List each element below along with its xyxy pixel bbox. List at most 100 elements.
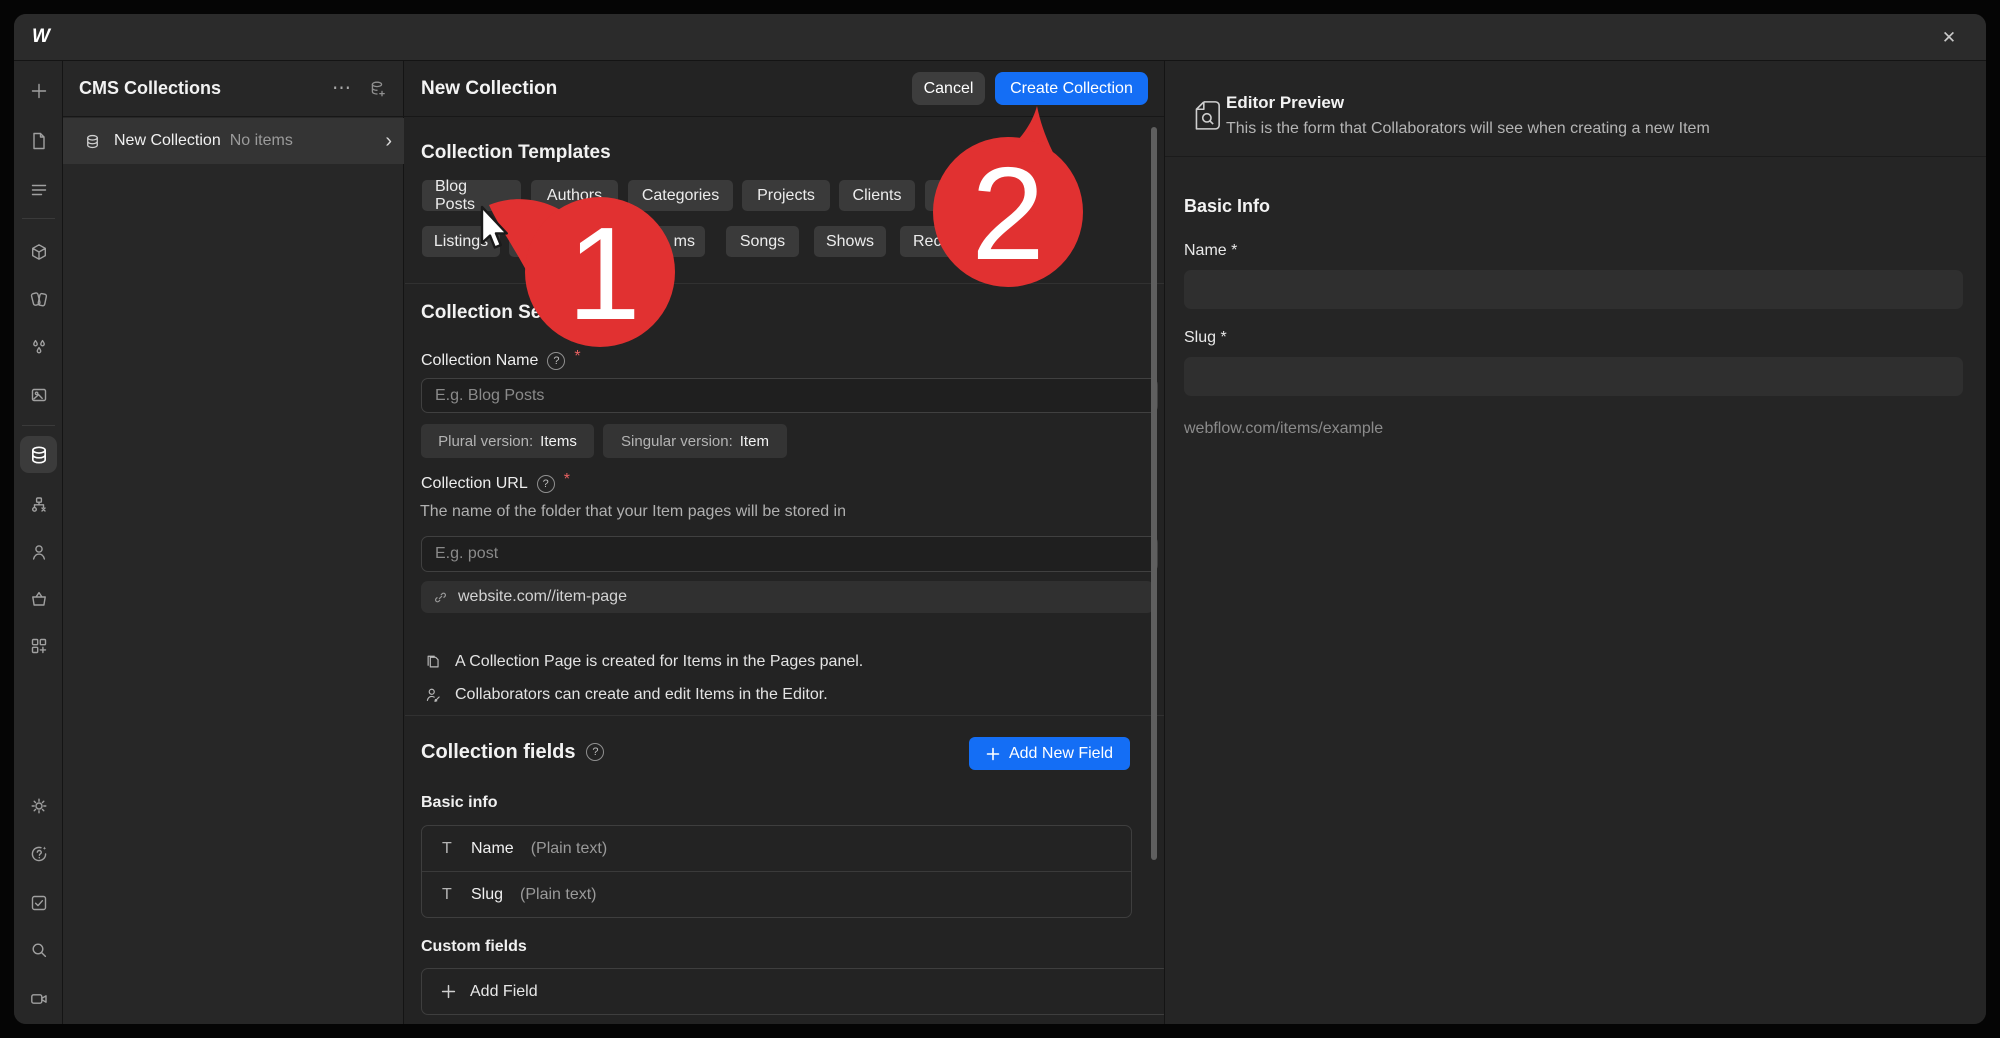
template-blog-posts[interactable]: Blog Posts <box>422 180 521 211</box>
collection-row-title: New Collection <box>114 132 221 150</box>
effects-icon[interactable] <box>26 334 51 359</box>
template-hidden-3[interactable]: ms <box>599 226 705 257</box>
collection-list-item[interactable]: New Collection No items › <box>63 118 404 164</box>
create-collection-button[interactable]: Create Collection <box>995 72 1148 105</box>
cms-icon[interactable] <box>20 436 57 473</box>
basic-fields-list: T Name (Plain text) T Slug (Plain text) <box>421 825 1132 918</box>
field-name: Slug <box>471 886 503 904</box>
template-clients[interactable]: Clients <box>839 180 915 211</box>
editor-preview-title: Editor Preview <box>1226 93 1344 113</box>
cms-collections-panel <box>63 61 404 1024</box>
editor-preview-icon <box>1194 100 1221 132</box>
help-circle-icon[interactable]: ? <box>586 743 604 761</box>
template-categories[interactable]: Categories <box>628 180 733 211</box>
help-circle-icon[interactable]: ? <box>537 475 555 493</box>
collection-url-description: The name of the folder that your Item pa… <box>420 503 846 521</box>
template-listings[interactable]: Listings <box>422 226 500 257</box>
url-preview-text: website.com//item-page <box>458 588 627 606</box>
collection-row-status: No items <box>230 132 386 150</box>
collection-icon <box>84 133 101 150</box>
template-projects[interactable]: Projects <box>742 180 830 211</box>
more-options-icon[interactable]: ⋯ <box>332 77 352 100</box>
page-title: New Collection <box>421 78 912 100</box>
settings-icon[interactable] <box>26 793 51 818</box>
basic-info-heading: Basic info <box>421 794 497 812</box>
template-hidden-1[interactable]: T <box>925 180 1009 211</box>
field-type: (Plain text) <box>531 840 607 858</box>
video-icon[interactable] <box>26 986 51 1011</box>
webflow-logo-icon[interactable]: W <box>28 25 54 49</box>
note-collection-page: A Collection Page is created for Items i… <box>424 653 863 671</box>
add-icon[interactable] <box>26 78 51 103</box>
users-icon[interactable] <box>26 539 51 564</box>
ecommerce-icon[interactable] <box>26 586 51 611</box>
note-text: A Collection Page is created for Items i… <box>455 653 863 671</box>
collection-name-label: Collection Name <box>421 352 538 370</box>
template-recipes[interactable]: Recip <box>900 226 990 257</box>
assets-icon[interactable] <box>26 382 51 407</box>
singular-version-pill[interactable]: Singular version: Item <box>603 424 787 458</box>
help-icon[interactable] <box>26 841 51 866</box>
help-circle-icon[interactable]: ? <box>547 352 565 370</box>
text-field-icon: T <box>442 840 456 858</box>
collection-fields-heading-row: Collection fields ? <box>421 743 604 761</box>
add-field-button[interactable]: Add Field <box>421 968 1170 1015</box>
collection-fields-heading: Collection fields <box>421 741 575 764</box>
apps-icon[interactable] <box>26 633 51 658</box>
text-field-icon: T <box>442 886 456 904</box>
chevron-right-icon: › <box>385 131 392 151</box>
add-collection-icon[interactable] <box>368 79 388 99</box>
pages-icon[interactable] <box>26 128 51 153</box>
template-shows[interactable]: Shows <box>814 226 886 257</box>
add-new-field-button[interactable]: Add New Field <box>969 737 1130 770</box>
cms-collections-header: CMS Collections ⋯ <box>63 61 404 117</box>
rail-separator <box>22 218 55 219</box>
note-collaborators: Collaborators can create and edit Items … <box>424 686 828 704</box>
new-collection-header: New Collection Cancel Create Collection <box>404 61 1164 117</box>
singular-label: Singular version: <box>621 433 733 450</box>
required-asterisk: * <box>574 348 580 366</box>
add-field-label: Add Field <box>470 983 538 1001</box>
search-icon[interactable] <box>26 937 51 962</box>
top-bar <box>14 14 1986 61</box>
rail-separator <box>22 425 55 426</box>
section-divider <box>405 715 1164 716</box>
editor-preview-subtitle: This is the form that Collaborators will… <box>1226 120 1710 138</box>
template-authors[interactable]: Authors <box>531 180 618 211</box>
scrollbar-thumb[interactable] <box>1151 127 1157 860</box>
logic-icon[interactable] <box>26 492 51 517</box>
pages-note-icon <box>424 653 442 671</box>
preview-divider <box>1165 156 1986 157</box>
preview-name-label: Name * <box>1184 242 1237 260</box>
template-hidden-2[interactable]: E <box>509 226 585 257</box>
checklist-icon[interactable] <box>26 890 51 915</box>
templates-heading: Collection Templates <box>421 142 611 164</box>
preview-slug-label: Slug * <box>1184 329 1227 347</box>
components-icon[interactable] <box>26 239 51 264</box>
plus-icon <box>986 747 1000 761</box>
designer-window: W ✕ CMS Collections ⋯ <box>14 14 1986 1024</box>
custom-fields-heading: Custom fields <box>421 938 527 956</box>
required-asterisk: * <box>564 471 570 489</box>
editor-preview-panel <box>1164 61 1986 1024</box>
cms-collections-title: CMS Collections <box>79 78 332 99</box>
section-divider <box>405 283 1164 284</box>
field-name: Name <box>471 840 514 858</box>
field-row-name[interactable]: T Name (Plain text) <box>422 826 1131 871</box>
field-row-slug[interactable]: T Slug (Plain text) <box>422 872 1131 917</box>
collection-name-label-row: Collection Name ? * <box>421 352 581 370</box>
field-type: (Plain text) <box>520 886 596 904</box>
close-icon[interactable]: ✕ <box>1936 25 1962 51</box>
navigator-icon[interactable] <box>26 177 51 202</box>
styles-icon[interactable] <box>26 286 51 311</box>
cancel-button[interactable]: Cancel <box>912 72 985 105</box>
template-songs[interactable]: Songs <box>726 226 799 257</box>
plural-version-pill[interactable]: Plural version: Items <box>421 424 594 458</box>
singular-value: Item <box>740 433 769 450</box>
add-new-field-label: Add New Field <box>1009 745 1113 763</box>
preview-slug-input[interactable] <box>1184 357 1963 396</box>
preview-name-input[interactable] <box>1184 270 1963 309</box>
collection-name-input[interactable] <box>421 378 1158 413</box>
collection-url-input[interactable] <box>421 536 1158 572</box>
collection-url-label: Collection URL <box>421 475 528 493</box>
